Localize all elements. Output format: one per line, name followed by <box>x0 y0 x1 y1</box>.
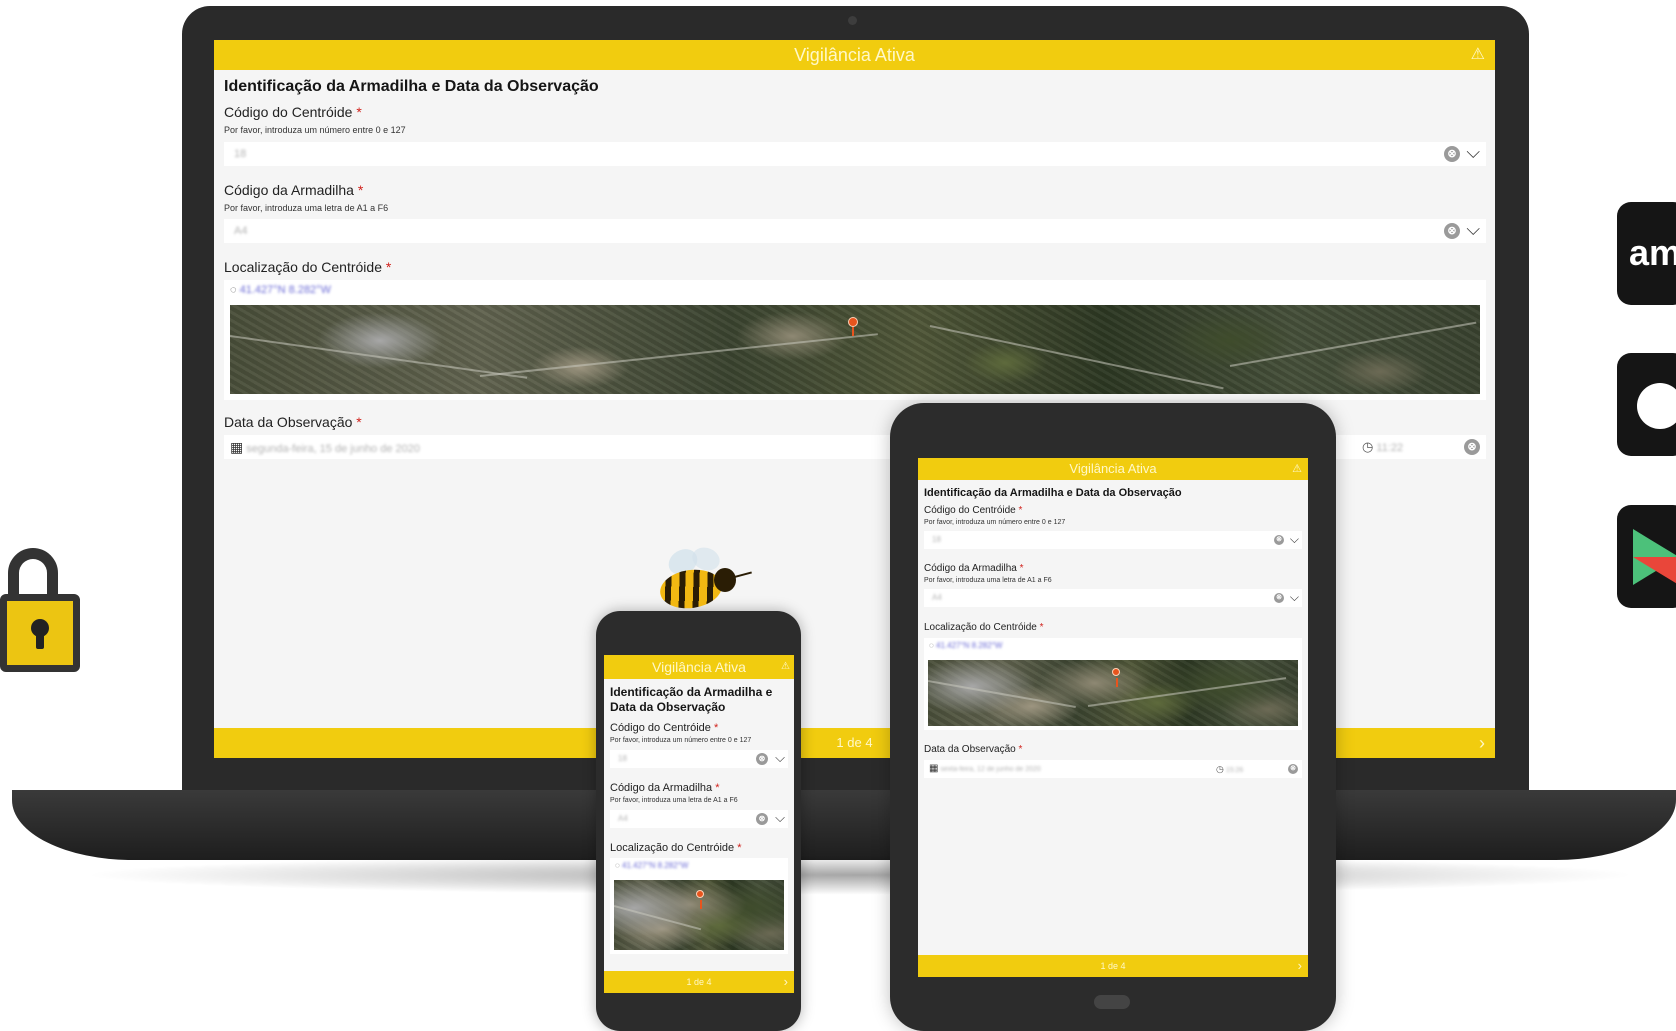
clear-icon[interactable]: ⊗ <box>1274 593 1284 603</box>
location-map[interactable] <box>230 305 1480 394</box>
section-title: Identificação da Armadilha e Data da Obs… <box>610 685 773 714</box>
location-coords[interactable]: ◌ 41.427°N 8.282°W <box>615 861 688 870</box>
trap-code-label: Código da Armadilha * <box>924 563 1024 574</box>
app-header: Vigilância Ativa ⚠ <box>214 40 1495 70</box>
clear-icon[interactable]: ⊗ <box>756 753 768 765</box>
centroid-code-input[interactable]: 18 ⊗ ⌵ <box>610 750 788 768</box>
observation-time-input[interactable]: ◷ 15:26 <box>1216 760 1280 780</box>
app-title: Vigilância Ativa <box>794 45 915 65</box>
gps-icon[interactable]: ◌ <box>615 861 620 870</box>
clear-icon[interactable]: ⊗ <box>756 813 768 825</box>
location-map[interactable] <box>614 880 784 950</box>
observation-date-input[interactable]: ▦ sexta-feira, 12 de junho de 2020 ◷ 15:… <box>924 760 1302 778</box>
app-footer: 1 de 4 › <box>918 955 1308 977</box>
clock-icon[interactable]: ◷ <box>1216 764 1224 774</box>
map-pin-icon <box>1112 668 1120 687</box>
map-pin-icon <box>696 890 704 909</box>
observation-date-label: Data da Observação * <box>224 414 362 430</box>
app-store-badge[interactable] <box>1617 353 1676 456</box>
laptop-base <box>12 790 1676 860</box>
centroid-code-label: Código do Centróide * <box>224 104 362 120</box>
observation-time-input[interactable]: ◷ 11:22 <box>1362 435 1452 460</box>
location-map[interactable] <box>928 660 1298 726</box>
centroid-code-hint: Por favor, introduza um número entre 0 e… <box>924 519 1066 526</box>
centroid-code-hint: Por favor, introduza um número entre 0 e… <box>610 737 752 744</box>
apple-logo-icon <box>1637 383 1676 429</box>
chevron-down-icon[interactable]: ⌵ <box>775 749 785 767</box>
chevron-down-icon[interactable]: ⌵ <box>1466 217 1480 241</box>
centroid-location-label: Localização do Centróide * <box>610 842 742 854</box>
app-title: Vigilância Ativa <box>652 659 746 675</box>
app-title: Vigilância Ativa <box>1069 461 1157 476</box>
warning-icon[interactable]: ⚠ <box>781 655 790 679</box>
bee-illustration-icon <box>652 543 752 620</box>
pagination: 1 de 4 <box>1100 961 1126 971</box>
map-pin-icon <box>848 317 858 336</box>
trap-code-label: Código da Armadilha * <box>224 182 364 198</box>
trap-code-hint: Por favor, introduza uma letra de A1 a F… <box>610 797 738 804</box>
pagination: 1 de 4 <box>836 735 873 750</box>
amazon-store-badge[interactable]: am <box>1617 202 1676 305</box>
chevron-down-icon[interactable]: ⌵ <box>1290 530 1299 548</box>
clock-icon[interactable]: ◷ <box>1362 439 1373 454</box>
observation-date-label: Data da Observação * <box>924 744 1023 755</box>
app-header: Vigilância Ativa ⚠ <box>604 655 794 679</box>
chevron-down-icon[interactable]: ⌵ <box>1466 140 1480 164</box>
gps-icon[interactable]: ◌ <box>230 284 237 296</box>
calendar-icon[interactable]: ▦ <box>230 439 243 455</box>
centroid-code-input[interactable]: 18 ⊗ ⌵ <box>224 142 1486 166</box>
trap-code-label: Código da Armadilha * <box>610 782 720 794</box>
amazon-logo-icon: am <box>1629 232 1676 273</box>
location-box: ◌ 41.427°N 8.282°W <box>224 280 1486 400</box>
trap-code-input[interactable]: A4 ⊗ ⌵ <box>224 219 1486 243</box>
location-box: ◌ 41.427°N 8.282°W <box>924 638 1302 730</box>
warning-icon[interactable]: ⚠ <box>1471 40 1485 70</box>
phone-screen: Vigilância Ativa ⚠ Identificação da Arma… <box>604 655 794 993</box>
pagination: 1 de 4 <box>686 977 712 987</box>
trap-code-hint: Por favor, introduza uma letra de A1 a F… <box>924 577 1052 584</box>
location-coords[interactable]: ◌ 41.427°N 8.282°W <box>929 641 1002 650</box>
section-title: Identificação da Armadilha e Data da Obs… <box>924 487 1182 499</box>
centroid-code-hint: Por favor, introduza um número entre 0 e… <box>224 125 406 135</box>
chevron-down-icon[interactable]: ⌵ <box>775 809 785 827</box>
calendar-icon[interactable]: ▦ <box>929 763 938 774</box>
location-coords[interactable]: ◌ 41.427°N 8.282°W <box>230 284 331 296</box>
centroid-location-label: Localização do Centróide * <box>224 259 392 275</box>
next-arrow-icon[interactable]: › <box>1479 728 1485 758</box>
clear-icon[interactable]: ⊗ <box>1444 223 1460 239</box>
next-arrow-icon[interactable]: › <box>784 971 788 993</box>
clear-icon[interactable]: ⊗ <box>1464 439 1480 455</box>
chevron-down-icon[interactable]: ⌵ <box>1290 588 1299 606</box>
trap-code-input[interactable]: A4 ⊗ ⌵ <box>610 810 788 828</box>
centroid-code-label: Código do Centróide * <box>924 505 1023 516</box>
google-play-icon <box>1633 529 1676 585</box>
laptop-camera <box>848 16 857 25</box>
lock-icon <box>0 548 80 678</box>
trap-code-hint: Por favor, introduza uma letra de A1 a F… <box>224 203 389 213</box>
tablet-home-button <box>1094 995 1130 1009</box>
centroid-code-input[interactable]: 18 ⊗ ⌵ <box>924 531 1302 549</box>
google-play-badge[interactable] <box>1617 505 1676 608</box>
gps-icon[interactable]: ◌ <box>929 641 934 650</box>
tablet-screen: Vigilância Ativa ⚠ Identificação da Arma… <box>918 458 1308 977</box>
app-header: Vigilância Ativa ⚠ <box>918 458 1308 480</box>
clear-icon[interactable]: ⊗ <box>1444 146 1460 162</box>
clear-icon[interactable]: ⊗ <box>1274 535 1284 545</box>
next-arrow-icon[interactable]: › <box>1298 955 1302 977</box>
centroid-location-label: Localização do Centróide * <box>924 622 1044 633</box>
laptop-shadow <box>80 855 1640 895</box>
app-footer: 1 de 4 › <box>604 971 794 993</box>
centroid-code-label: Código do Centróide * <box>610 722 719 734</box>
clear-icon[interactable]: ⊗ <box>1288 764 1298 774</box>
location-box: ◌ 41.427°N 8.282°W <box>610 858 788 954</box>
warning-icon[interactable]: ⚠ <box>1292 458 1302 480</box>
trap-code-input[interactable]: A4 ⊗ ⌵ <box>924 589 1302 607</box>
section-title: Identificação da Armadilha e Data da Obs… <box>224 78 599 95</box>
